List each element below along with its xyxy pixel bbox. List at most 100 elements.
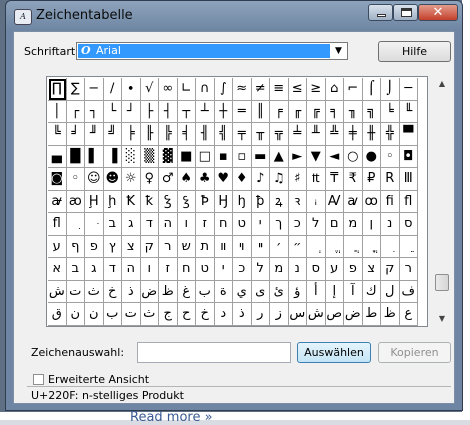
character-cell[interactable]: ص <box>325 303 344 326</box>
font-dropdown[interactable]: O Arial ▼ <box>76 42 348 60</box>
character-cell[interactable]: ♯ <box>288 168 307 191</box>
character-cell[interactable]: ف <box>399 280 418 303</box>
character-cell[interactable]: ╢ <box>196 123 215 146</box>
character-cell[interactable]: צ <box>122 235 141 258</box>
character-cell[interactable]: ○ <box>344 145 363 168</box>
character-cell[interactable]: ╓ <box>288 100 307 123</box>
character-cell[interactable]: ل <box>381 280 400 303</box>
character-cell[interactable]: ط <box>362 303 381 326</box>
character-cell[interactable]: ם <box>325 213 344 236</box>
character-cell[interactable]: └ <box>103 100 122 123</box>
character-cell[interactable]: ة <box>214 280 233 303</box>
character-cell[interactable]: ז <box>196 213 215 236</box>
character-cell[interactable]: ע <box>325 258 344 281</box>
character-cell[interactable]: ג <box>122 213 141 236</box>
character-grid[interactable]: ∏ ∑ − ∕ ∙ √ ∞ ∟ ∩ ∫ ≈ ≠ ≡ ≤ ≥ ⌂ ⌐ ⌠ ⌡ ─ │ ┌ ┐ └ ┘ ├ ┤ ┬ ┴ ┼ ═ ║ ╒ ╓ ╔ ╕ ╖ ╗ ╘ ╙… <box>46 76 428 327</box>
title-bar[interactable]: A Zeichentabelle ✕ <box>6 1 462 31</box>
character-cell[interactable]: נ <box>381 213 400 236</box>
character-cell[interactable]: ג <box>85 258 104 281</box>
character-cell[interactable]: י <box>251 213 270 236</box>
character-cell[interactable]: ╞ <box>122 123 141 146</box>
character-cell[interactable]: ײ <box>251 235 270 258</box>
character-cell[interactable]: غ <box>177 280 196 303</box>
maximize-button[interactable] <box>393 4 418 21</box>
character-cell[interactable]: Ꜧ <box>214 190 233 213</box>
character-cell[interactable]: ꜧ <box>233 190 252 213</box>
character-cell[interactable]: ₽ <box>362 168 381 191</box>
character-cell[interactable]: ∏ <box>48 78 67 101</box>
character-cell[interactable]: ب <box>196 280 215 303</box>
character-cell[interactable]: ع <box>399 303 418 326</box>
character-cell[interactable]: ظ <box>381 303 400 326</box>
character-cell[interactable]: ث <box>85 280 104 303</box>
character-cell[interactable]: ♥ <box>214 168 233 191</box>
character-cell[interactable]: ♪ <box>251 168 270 191</box>
character-cell[interactable]: ל <box>251 258 270 281</box>
character-cell[interactable]: إ <box>325 280 344 303</box>
character-cell[interactable]: ≤ <box>288 78 307 101</box>
character-cell[interactable]: ق <box>48 303 67 326</box>
character-cell[interactable]: ب <box>103 303 122 326</box>
character-cell[interactable]: ꜹ <box>344 190 363 213</box>
character-cell[interactable]: √ <box>140 78 159 101</box>
character-cell[interactable]: ꜟ <box>307 190 326 213</box>
character-cell[interactable]: ╠ <box>159 123 178 146</box>
character-cell[interactable]: ◄ <box>325 145 344 168</box>
character-cell[interactable]: ״ <box>288 235 307 258</box>
character-cell[interactable]: ╫ <box>362 123 381 146</box>
character-cell[interactable]: ز <box>270 303 289 326</box>
character-cell[interactable]: ר <box>159 235 178 258</box>
character-cell[interactable]: כ <box>288 213 307 236</box>
background-link[interactable]: Read more » <box>130 410 213 425</box>
character-cell[interactable]: ╛ <box>66 123 85 146</box>
character-cell[interactable]: ִ <box>381 235 400 258</box>
character-cell[interactable]: ▪ <box>214 145 233 168</box>
character-cell[interactable]: ִ <box>66 213 85 236</box>
character-cell[interactable]: ∟ <box>177 78 196 101</box>
character-cell[interactable]: ♣ <box>196 168 215 191</box>
character-cell[interactable]: ┬ <box>177 100 196 123</box>
character-cell[interactable]: א <box>48 258 67 281</box>
character-cell[interactable]: ע <box>48 235 67 258</box>
character-cell[interactable]: כ <box>233 258 252 281</box>
character-cell[interactable]: פ <box>344 258 363 281</box>
character-cell[interactable]: ֳ <box>362 235 381 258</box>
character-cell[interactable]: ر <box>251 303 270 326</box>
character-cell[interactable]: ק <box>381 258 400 281</box>
character-cell[interactable]: ى <box>251 280 270 303</box>
character-cell[interactable]: ḩ <box>103 190 122 213</box>
character-cell[interactable]: ₸ <box>325 168 344 191</box>
character-cell[interactable]: د <box>214 303 233 326</box>
character-cell[interactable]: ק <box>140 235 159 258</box>
character-cell[interactable]: ◙ <box>48 168 67 191</box>
character-cell[interactable]: ר <box>399 258 418 281</box>
character-cell[interactable]: ك <box>362 280 381 303</box>
character-cell[interactable]: ═ <box>233 100 252 123</box>
character-cell[interactable]: ♠ <box>177 168 196 191</box>
character-cell[interactable]: Ꝣ <box>159 190 178 213</box>
character-cell[interactable]: ה <box>122 258 141 281</box>
character-cell[interactable]: ظ <box>159 280 178 303</box>
character-cell[interactable]: ס <box>307 258 326 281</box>
character-cell[interactable]: ▄ <box>48 145 67 168</box>
character-cell[interactable]: ♀ <box>140 168 159 191</box>
character-cell[interactable]: ♫ <box>270 168 289 191</box>
character-cell[interactable]: ض <box>344 303 363 326</box>
character-cell[interactable]: מ <box>270 258 289 281</box>
character-cell[interactable]: ₶ <box>307 168 326 191</box>
character-cell[interactable]: ꜻ <box>48 190 67 213</box>
character-cell[interactable]: ╤ <box>233 123 252 146</box>
character-cell[interactable]: ן <box>362 213 381 236</box>
character-cell[interactable]: ₹ <box>344 168 363 191</box>
character-cell[interactable]: ח <box>214 213 233 236</box>
character-cell[interactable]: ╩ <box>325 123 344 146</box>
character-cell[interactable]: ╪ <box>344 123 363 146</box>
scroll-thumb[interactable] <box>435 274 449 291</box>
advanced-view-checkbox[interactable] <box>33 374 44 385</box>
character-cell[interactable]: ש <box>177 235 196 258</box>
character-cell[interactable]: ֲ <box>344 235 363 258</box>
character-cell[interactable]: ⌠ <box>362 78 381 101</box>
character-cell[interactable]: │ <box>48 100 67 123</box>
character-cell[interactable]: ■ <box>177 145 196 168</box>
copy-button[interactable]: Kopieren <box>378 342 451 363</box>
